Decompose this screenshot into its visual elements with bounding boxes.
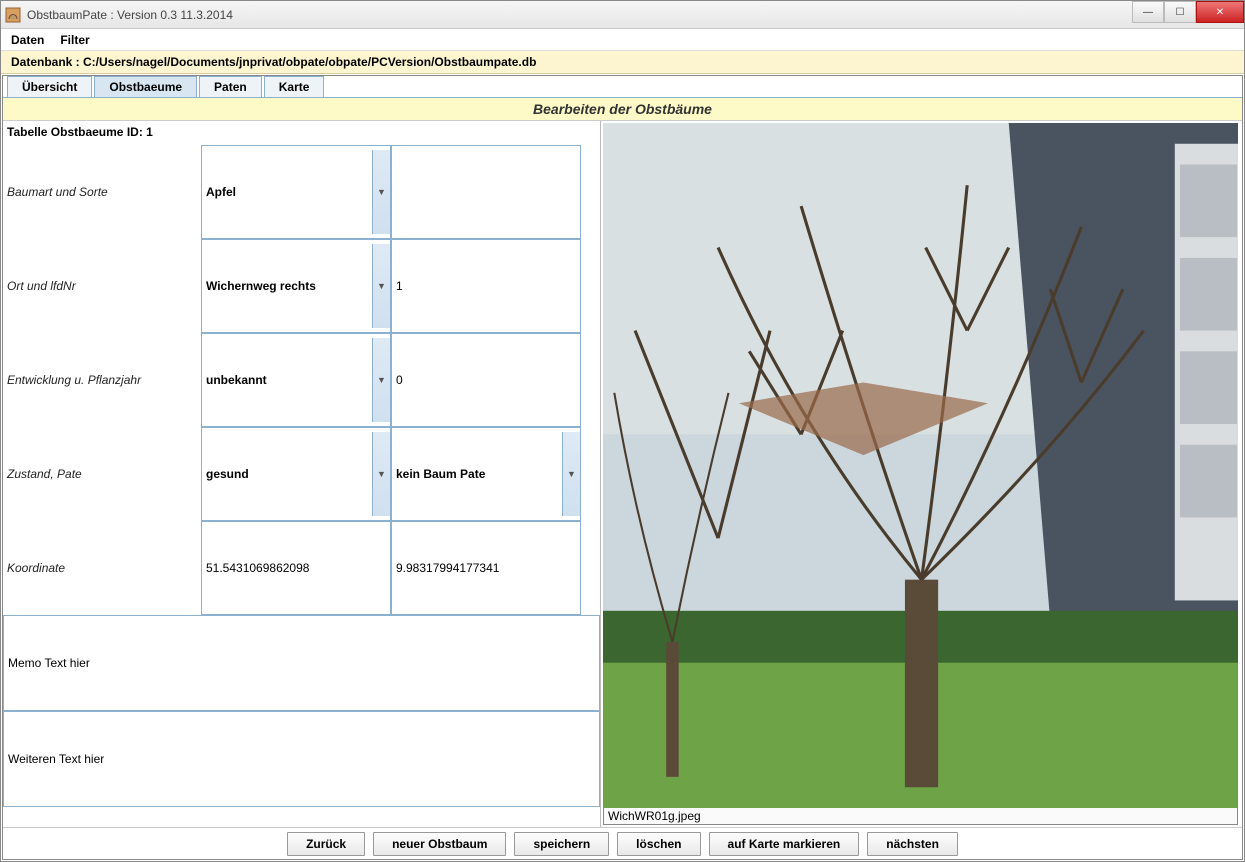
close-button[interactable]: ✕ bbox=[1196, 1, 1244, 23]
photo-panel: WichWR01g.jpeg bbox=[601, 121, 1242, 827]
entwicklung-combo[interactable]: unbekannt ▼ bbox=[201, 333, 391, 427]
titlebar: ObstbaumPate : Version 0.3 11.3.2014 — ☐… bbox=[1, 1, 1244, 29]
chevron-down-icon: ▼ bbox=[562, 432, 580, 516]
database-path-label: Datenbank : C:/Users/nagel/Documents/jnp… bbox=[1, 51, 1244, 74]
app-icon bbox=[5, 7, 21, 23]
content-area: Tabelle Obstbaeume ID: 1 Baumart und Sor… bbox=[3, 121, 1242, 827]
tab-karte[interactable]: Karte bbox=[264, 76, 325, 97]
label-ort: Ort und lfdNr bbox=[3, 239, 201, 333]
baumart-combo[interactable]: Apfel ▼ bbox=[201, 145, 391, 239]
chevron-down-icon: ▼ bbox=[372, 338, 390, 422]
pflanzjahr-field[interactable]: 0 bbox=[391, 333, 581, 427]
weiteren-textarea[interactable]: Weiteren Text hier bbox=[3, 711, 600, 807]
tab-obstbaeume[interactable]: Obstbaeume bbox=[94, 76, 197, 97]
menu-filter[interactable]: Filter bbox=[60, 33, 89, 47]
next-button[interactable]: nächsten bbox=[867, 832, 958, 856]
maximize-button[interactable]: ☐ bbox=[1164, 1, 1196, 23]
zustand-value: gesund bbox=[206, 467, 249, 481]
button-bar: Zurück neuer Obstbaum speichern löschen … bbox=[3, 827, 1242, 859]
form-panel: Tabelle Obstbaeume ID: 1 Baumart und Sor… bbox=[3, 121, 601, 827]
menu-daten[interactable]: Daten bbox=[11, 33, 44, 47]
koordinate-lon[interactable]: 9.98317994177341 bbox=[391, 521, 581, 615]
pate-value: kein Baum Pate bbox=[396, 467, 485, 481]
memo-textarea[interactable]: Memo Text hier bbox=[3, 615, 600, 711]
tab-paten[interactable]: Paten bbox=[199, 76, 262, 97]
form-grid: Baumart und Sorte Apfel ▼ Ort und lfdNr … bbox=[3, 145, 600, 615]
tab-bar: Übersicht Obstbaeume Paten Karte bbox=[3, 76, 1242, 98]
lfdnr-field[interactable]: 1 bbox=[391, 239, 581, 333]
edit-title: Bearbeiten der Obstbäume bbox=[3, 98, 1242, 121]
zustand-combo[interactable]: gesund ▼ bbox=[201, 427, 391, 521]
chevron-down-icon: ▼ bbox=[372, 150, 390, 234]
ort-value: Wichernweg rechts bbox=[206, 279, 316, 293]
label-koordinate: Koordinate bbox=[3, 521, 201, 615]
ort-combo[interactable]: Wichernweg rechts ▼ bbox=[201, 239, 391, 333]
minimize-button[interactable]: — bbox=[1132, 1, 1164, 23]
window-controls: — ☐ ✕ bbox=[1132, 1, 1244, 23]
koordinate-lat[interactable]: 51.5431069862098 bbox=[201, 521, 391, 615]
baumart-value: Apfel bbox=[206, 185, 236, 199]
save-button[interactable]: speichern bbox=[514, 832, 609, 856]
menubar: Daten Filter bbox=[1, 29, 1244, 51]
entwicklung-value: unbekannt bbox=[206, 373, 267, 387]
table-id-label: Tabelle Obstbaeume ID: 1 bbox=[3, 121, 600, 145]
window-title: ObstbaumPate : Version 0.3 11.3.2014 bbox=[27, 8, 233, 22]
back-button[interactable]: Zurück bbox=[287, 832, 365, 856]
app-window: ObstbaumPate : Version 0.3 11.3.2014 — ☐… bbox=[0, 0, 1245, 862]
new-tree-button[interactable]: neuer Obstbaum bbox=[373, 832, 506, 856]
label-zustand: Zustand, Pate bbox=[3, 427, 201, 521]
mark-on-map-button[interactable]: auf Karte markieren bbox=[709, 832, 860, 856]
main-panel: Übersicht Obstbaeume Paten Karte Bearbei… bbox=[2, 75, 1243, 860]
chevron-down-icon: ▼ bbox=[372, 432, 390, 516]
photo-filename-label: WichWR01g.jpeg bbox=[603, 808, 1238, 825]
delete-button[interactable]: löschen bbox=[617, 832, 700, 856]
chevron-down-icon: ▼ bbox=[372, 244, 390, 328]
baumart-value2[interactable] bbox=[391, 145, 581, 239]
tab-uebersicht[interactable]: Übersicht bbox=[7, 76, 92, 97]
label-baumart: Baumart und Sorte bbox=[3, 145, 201, 239]
pate-combo[interactable]: kein Baum Pate ▼ bbox=[391, 427, 581, 521]
label-entwicklung: Entwicklung u. Pflanzjahr bbox=[3, 333, 201, 427]
tree-photo bbox=[603, 123, 1238, 808]
